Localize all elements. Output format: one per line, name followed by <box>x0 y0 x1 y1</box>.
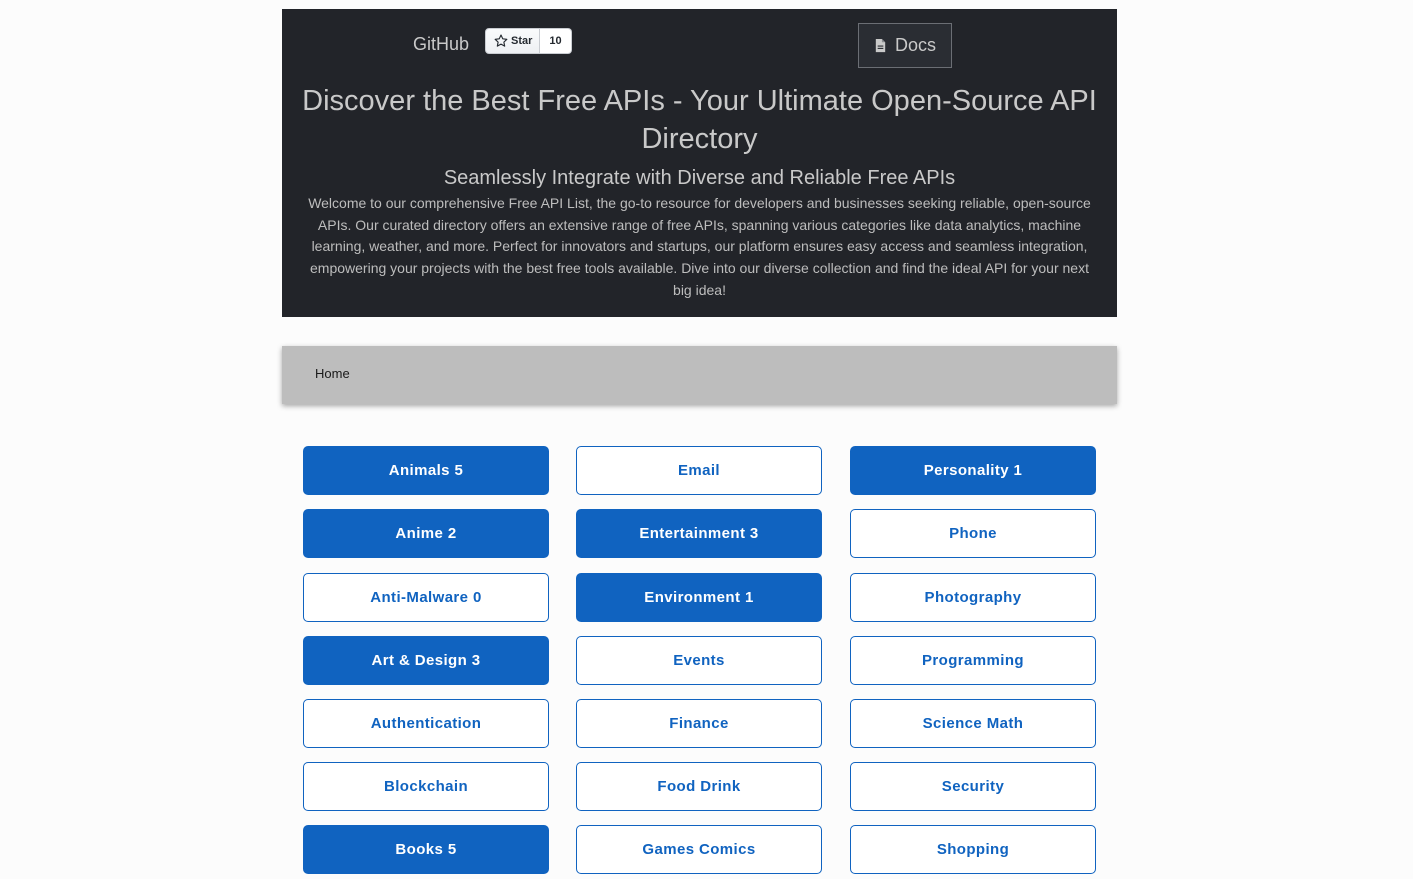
star-button[interactable]: Star <box>485 28 541 54</box>
category-button[interactable]: Books 5 <box>303 825 549 874</box>
document-icon <box>875 38 886 53</box>
docs-label: Docs <box>894 35 936 55</box>
category-button[interactable]: Authentication <box>303 699 549 748</box>
star-label: Star <box>511 35 533 47</box>
category-button[interactable]: Animals 5 <box>303 446 549 495</box>
category-button[interactable]: Phone <box>850 509 1096 558</box>
category-button[interactable]: Blockchain <box>303 762 549 811</box>
category-button[interactable]: Anti-Malware 0 <box>303 573 549 622</box>
category-button[interactable]: Games Comics <box>576 825 822 874</box>
category-button[interactable]: Finance <box>576 699 822 748</box>
category-button[interactable]: Security <box>850 762 1096 811</box>
category-button[interactable]: Entertainment 3 <box>576 509 822 558</box>
github-star-widget[interactable]: Star 10 <box>485 28 572 54</box>
star-count[interactable]: 10 <box>540 28 572 54</box>
category-button[interactable]: Art & Design 3 <box>303 636 549 685</box>
star-icon <box>494 34 508 47</box>
category-button[interactable]: Photography <box>850 573 1096 622</box>
category-button[interactable]: Shopping <box>850 825 1096 874</box>
category-button[interactable]: Programming <box>850 636 1096 685</box>
nav-home-link[interactable]: Home <box>315 366 350 381</box>
page-title: Discover the Best Free APIs - Your Ultim… <box>302 85 1097 155</box>
docs-button[interactable]: Docs <box>858 23 952 68</box>
category-button[interactable]: Food Drink <box>576 762 822 811</box>
category-button[interactable]: Science Math <box>850 699 1096 748</box>
category-button[interactable]: Personality 1 <box>850 446 1096 495</box>
github-label: GitHub <box>413 34 470 54</box>
category-button[interactable]: Email <box>576 446 822 495</box>
category-button[interactable]: Environment 1 <box>576 573 822 622</box>
page-subtitle: Seamlessly Integrate with Diverse and Re… <box>443 167 956 189</box>
category-button[interactable]: Events <box>576 636 822 685</box>
hero-header: GitHub Star 10 Docs Discover the Best Fr… <box>282 9 1117 317</box>
page-description: Welcome to our comprehensive Free API Li… <box>308 195 1091 298</box>
category-button[interactable]: Anime 2 <box>303 509 549 558</box>
navbar: Home <box>282 346 1117 404</box>
